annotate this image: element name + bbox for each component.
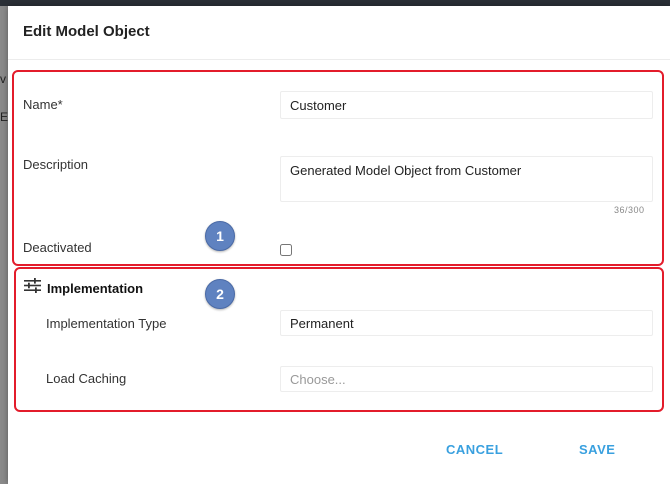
background-glyph: E — [0, 110, 9, 124]
annotation-badge-2: 2 — [205, 279, 235, 309]
implementation-section-title: Implementation — [47, 280, 144, 296]
deactivated-checkbox[interactable] — [280, 244, 292, 256]
load-caching-label: Load Caching — [46, 371, 127, 386]
header-divider — [8, 59, 670, 60]
description-char-counter: 36/300 — [614, 205, 645, 215]
tune-sliders-icon — [24, 278, 41, 298]
implementation-section-header: Implementation — [24, 278, 143, 298]
implementation-type-label: Implementation Type — [46, 316, 167, 331]
name-label: Name* — [23, 97, 63, 112]
implementation-type-input[interactable] — [280, 310, 653, 336]
background-page-edge: v E — [0, 6, 8, 484]
edit-model-object-dialog: Edit Model Object Name* Description Gene… — [8, 6, 670, 484]
cancel-button[interactable]: CANCEL — [438, 438, 511, 461]
dialog-title: Edit Model Object — [23, 23, 150, 40]
load-caching-select[interactable] — [280, 366, 653, 392]
deactivated-label: Deactivated — [23, 240, 92, 255]
description-label: Description — [23, 157, 89, 172]
description-textarea[interactable]: Generated Model Object from Customer — [280, 156, 653, 202]
save-button[interactable]: SAVE — [571, 438, 623, 461]
annotation-badge-1: 1 — [205, 221, 235, 251]
name-input[interactable] — [280, 91, 653, 119]
background-glyph: v — [0, 72, 6, 86]
